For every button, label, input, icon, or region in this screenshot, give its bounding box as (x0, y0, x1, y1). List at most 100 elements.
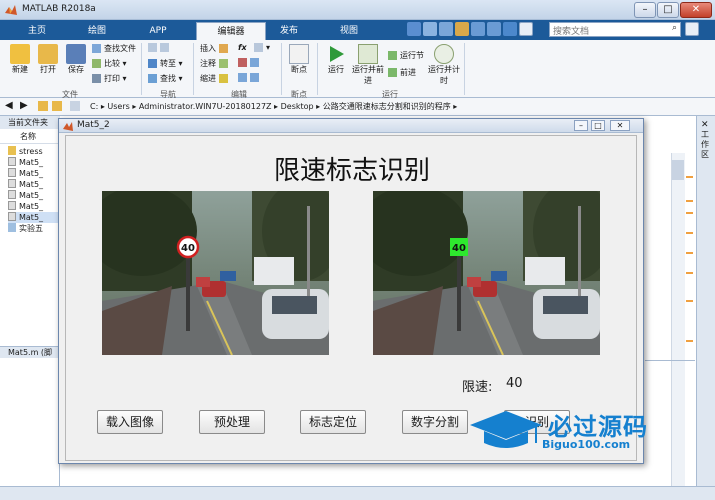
code-analyzer-mark[interactable] (686, 340, 693, 342)
copy-icon[interactable] (439, 22, 453, 36)
insert-extra[interactable]: ▾ (254, 43, 270, 52)
breakpoints-icon (289, 44, 309, 64)
save-button[interactable]: 保存 (62, 44, 90, 75)
compare-icon (92, 59, 101, 68)
current-folder-path[interactable]: C: ▸ Users ▸ Administrator.WIN7U-2018012… (90, 101, 457, 112)
tab-apps[interactable]: APP (140, 22, 176, 40)
advance-button[interactable]: 前进 (388, 67, 416, 78)
run-time-button[interactable]: 运行并计时 (428, 44, 460, 86)
print-button[interactable]: 打印 ▾ (92, 73, 127, 84)
nav-back-forward[interactable] (148, 43, 172, 52)
run-section-icon (388, 51, 397, 60)
code-analyzer-mark[interactable] (686, 252, 693, 254)
figure-close-button[interactable]: ✕ (610, 120, 630, 131)
list-item[interactable]: Mat5_ (8, 157, 43, 168)
code-analyzer-mark[interactable] (686, 176, 693, 178)
folder-root-icon[interactable] (70, 101, 80, 111)
run-button[interactable]: 运行 (322, 44, 350, 75)
back-arrow-icon[interactable]: ◀ (5, 100, 13, 111)
new-icon (10, 44, 30, 64)
code-analyzer-mark[interactable] (686, 272, 693, 274)
list-item[interactable]: Mat5_ (8, 190, 43, 201)
new-button[interactable]: 新建 (6, 44, 34, 75)
minimize-button[interactable]: – (634, 2, 656, 18)
detected-sign-text: 40 (452, 243, 466, 254)
m-file-icon (8, 212, 16, 221)
code-analyzer-mark[interactable] (686, 200, 693, 202)
undo-icon[interactable] (471, 22, 485, 36)
find-files-icon (92, 44, 101, 53)
format-icon (254, 43, 263, 52)
comment-icon (218, 59, 228, 68)
find-files-button[interactable]: 查找文件 (92, 43, 136, 54)
run-advance-button[interactable]: 运行并前进 (352, 44, 384, 86)
preprocess-button[interactable]: 预处理 (199, 410, 265, 434)
compare-button[interactable]: 比较 ▾ (92, 58, 127, 69)
name-column-header[interactable]: 名称 (0, 129, 60, 144)
run-advance-icon (358, 44, 378, 64)
code-analyzer-mark[interactable] (686, 300, 693, 302)
watermark-text: 必过源码 (548, 413, 648, 441)
original-image: 40 (102, 191, 329, 355)
browse-folder-icon[interactable] (52, 101, 62, 111)
figure-logo-icon (63, 121, 73, 131)
workspace-label: 工作区 (701, 130, 709, 159)
tab-view[interactable]: 视图 (332, 22, 366, 40)
list-item[interactable]: Mat5_ (8, 179, 43, 190)
tab-editor[interactable]: 编辑器 (196, 22, 266, 40)
indent-icon (218, 74, 228, 83)
list-item[interactable]: Mat5_ (8, 201, 43, 212)
locate-sign-button[interactable]: 标志定位 (300, 410, 366, 434)
advance-icon (388, 68, 397, 77)
close-button[interactable]: ✕ (680, 2, 712, 18)
search-input[interactable]: 搜索文档 ⌕ (549, 22, 681, 37)
maximize-button[interactable]: □ (657, 2, 679, 18)
redo-icon[interactable] (487, 22, 501, 36)
tab-home[interactable]: 主页 (20, 22, 54, 40)
search-icon[interactable]: ⌕ (672, 23, 677, 33)
run-section-button[interactable]: 运行节 (388, 50, 424, 61)
list-item-selected[interactable]: Mat5_ (8, 212, 60, 223)
goto-button[interactable]: 转至 ▾ (148, 58, 183, 69)
help-icon[interactable] (519, 22, 533, 36)
list-item[interactable]: Mat5_ (8, 168, 43, 179)
save-quick-icon[interactable] (407, 22, 421, 36)
workspace-close-icon[interactable]: ✕ (701, 120, 709, 130)
insert-button[interactable]: 插入 (200, 43, 231, 54)
matlab-logo-icon (4, 3, 18, 17)
group-divider (141, 43, 142, 95)
paste-icon[interactable] (455, 22, 469, 36)
smart-indent-icon (238, 73, 247, 82)
indent-tools[interactable] (238, 73, 262, 82)
scrollbar-thumb[interactable] (672, 160, 684, 180)
switch-windows-icon[interactable] (503, 22, 517, 36)
insert-icon (218, 44, 228, 53)
editor-scrollbar[interactable] (671, 153, 685, 493)
fx-button[interactable]: fx (238, 43, 247, 52)
cut-icon[interactable] (423, 22, 437, 36)
code-analyzer-mark[interactable] (686, 232, 693, 234)
tab-publish[interactable]: 发布 (272, 22, 306, 40)
segment-digits-button[interactable]: 数字分割 (402, 410, 468, 434)
m-file-icon (8, 157, 16, 166)
back-icon (148, 43, 157, 52)
up-folder-icon[interactable] (38, 101, 48, 111)
list-item[interactable]: stress (8, 146, 43, 157)
code-analyzer-mark[interactable] (686, 212, 693, 214)
breakpoints-button[interactable]: 断点 (284, 44, 314, 75)
figure-minimize-button[interactable]: – (574, 120, 588, 131)
indent-button[interactable]: 缩进 (200, 73, 231, 84)
list-item[interactable]: 实验五 (8, 223, 43, 234)
tab-plots[interactable]: 绘图 (80, 22, 114, 40)
speed-label: 限速: (462, 380, 493, 395)
load-image-button[interactable]: 载入图像 (97, 410, 163, 434)
find-button[interactable]: 查找 ▾ (148, 73, 183, 84)
forward-arrow-icon[interactable]: ▶ (20, 100, 28, 111)
ribbon-expand-icon[interactable] (685, 22, 699, 36)
comment-tools[interactable] (238, 58, 262, 67)
comment-button[interactable]: 注释 (200, 58, 231, 69)
group-divider (281, 43, 282, 95)
title-bar: MATLAB R2018a – □ ✕ (0, 0, 715, 20)
open-button[interactable]: 打开 (34, 44, 62, 75)
figure-maximize-button[interactable]: □ (591, 120, 605, 131)
